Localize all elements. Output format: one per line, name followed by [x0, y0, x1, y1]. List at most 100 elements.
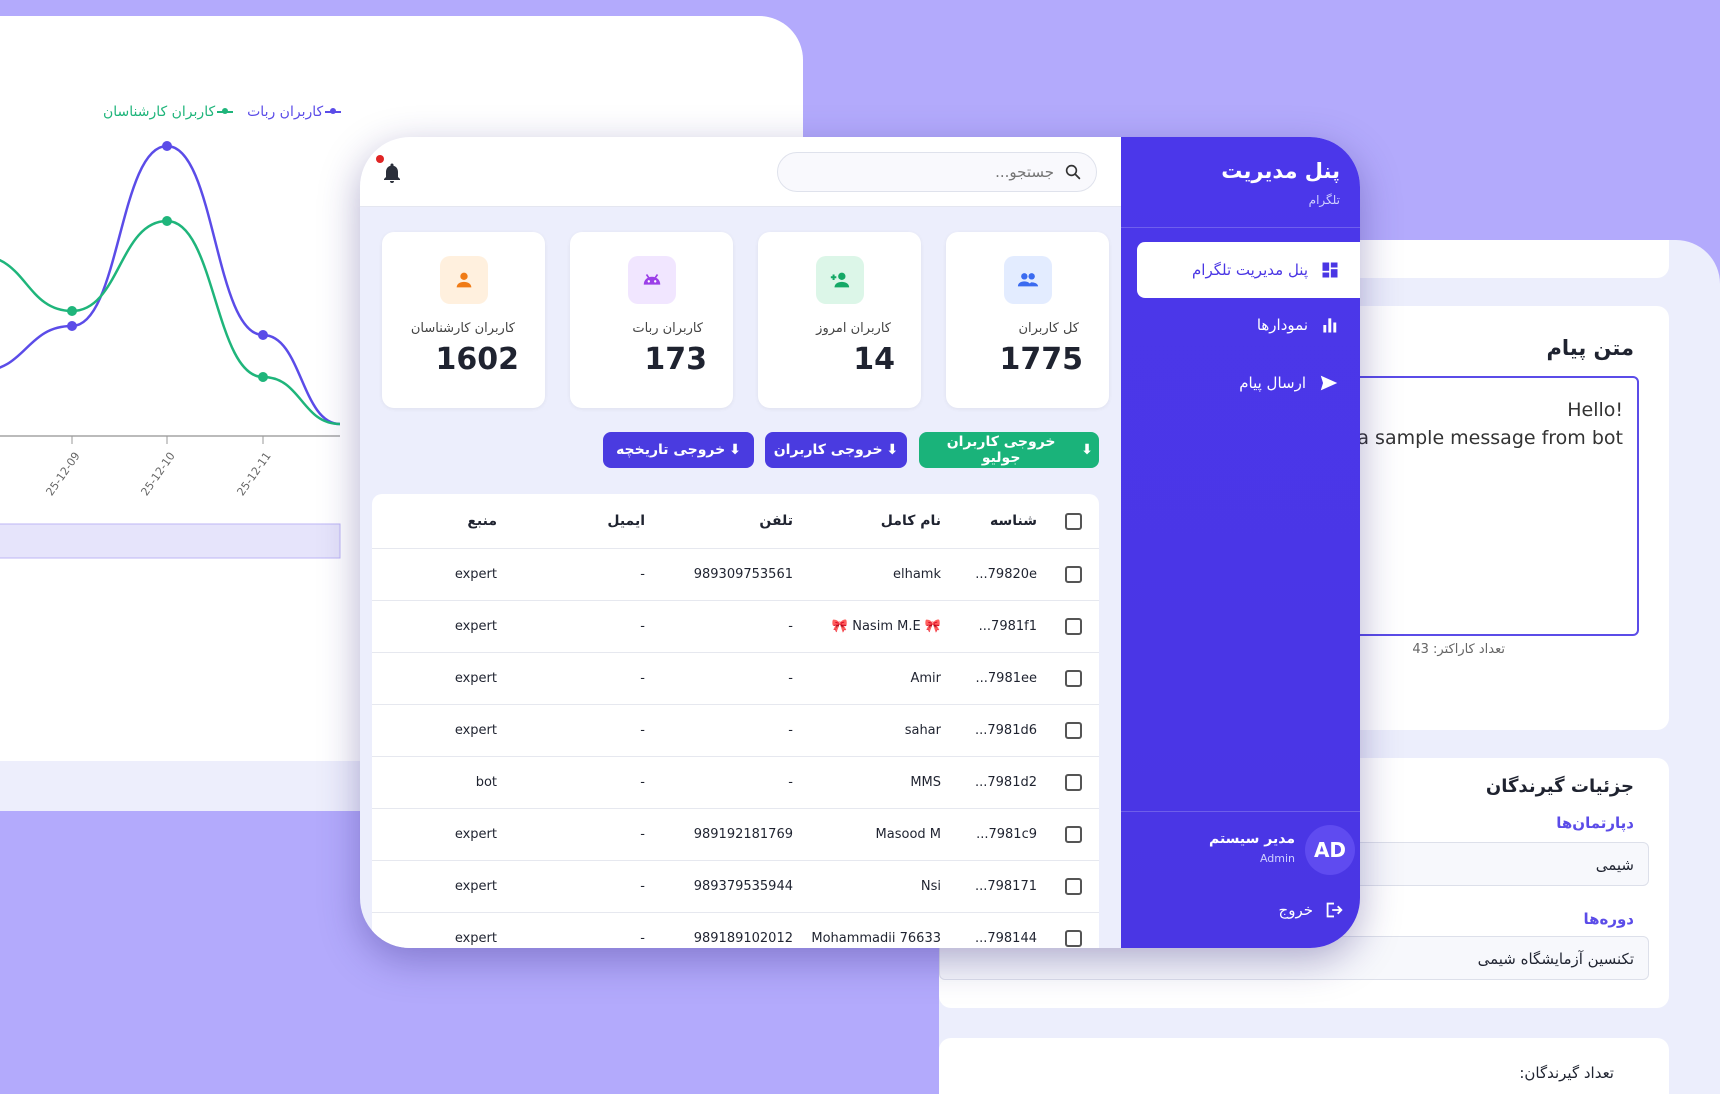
header-source[interactable]: منبع — [372, 494, 507, 548]
stat-card-expert-users: کاربران کارشناسان 1602 — [382, 232, 545, 408]
row-checkbox[interactable] — [1064, 878, 1082, 895]
series-line — [0, 219, 341, 426]
sidebar-item-send-message[interactable]: ارسال پیام — [1239, 355, 1360, 411]
stat-value: 1775 — [999, 342, 1084, 377]
table-row[interactable]: ...7981d2 MMS - - bot — [372, 757, 1099, 809]
select-all-cell — [1047, 494, 1099, 548]
divider — [1121, 811, 1360, 812]
sidebar-title: پنل مدیریت — [1221, 159, 1340, 183]
sidebar-item-label: ارسال پیام — [1239, 374, 1306, 392]
legend-item-expert-users[interactable]: کاربران کارشناسان — [103, 104, 234, 120]
users-icon — [1003, 256, 1052, 304]
legend-label: کاربران ربات — [247, 104, 324, 120]
export-users-button[interactable]: ⬇ خروجی کاربران — [765, 432, 907, 468]
search-box[interactable] — [777, 152, 1097, 192]
row-checkbox[interactable] — [1064, 826, 1082, 843]
table-row[interactable]: ...7981f1 🎀 Nasim M.E 🎀 - - expert — [372, 601, 1099, 653]
table-row[interactable]: ...7981c9 Masood M 989192181769 - expert — [372, 809, 1099, 861]
select-all-checkbox[interactable] — [1064, 512, 1082, 530]
header-phone[interactable]: تلفن — [655, 494, 803, 548]
sidebar-item-telegram-panel[interactable]: پنل مدیریت تلگرام — [1137, 242, 1360, 298]
top-bar — [360, 137, 1121, 207]
cell-email: - — [640, 671, 645, 686]
cell-email: - — [640, 827, 645, 842]
cell-email: - — [640, 723, 645, 738]
table-row[interactable]: ...798171 Nsi 989379535944 - expert — [372, 861, 1099, 913]
download-icon: ⬇ — [886, 442, 899, 458]
stat-card-robot-users: کاربران ربات 173 — [570, 232, 733, 408]
cell-source: bot — [475, 775, 497, 790]
cell-name: elhamk — [892, 567, 941, 582]
download-icon: ⬇ — [729, 442, 741, 458]
export-history-button[interactable]: ⬇ خروجی تاریخچه — [603, 432, 754, 468]
row-checkbox[interactable] — [1064, 722, 1082, 739]
row-checkbox[interactable] — [1064, 774, 1082, 791]
message-title: متن پیام — [1546, 336, 1634, 360]
users-table: شناسه نام کامل تلفن ایمیل منبع ...79820e… — [372, 494, 1099, 948]
row-checkbox[interactable] — [1064, 930, 1082, 947]
cell-name: Masood M — [875, 827, 941, 842]
data-point[interactable] — [258, 330, 268, 340]
stat-value: 173 — [644, 342, 707, 377]
main-content: کل کاربران 1775 کاربران امروز 14 کاربران… — [360, 137, 1121, 948]
bell-icon[interactable] — [380, 161, 404, 185]
sidebar-item-label: پنل مدیریت تلگرام — [1191, 261, 1308, 279]
cell-name: Mohammadii 76633 — [811, 931, 941, 946]
row-checkbox-cell — [1047, 809, 1099, 860]
table-row[interactable]: ...7981d6 sahar - - expert — [372, 705, 1099, 757]
cell-name: Nsi — [920, 879, 941, 894]
cell-id: ...7981ee — [975, 671, 1037, 686]
export-july-users-button[interactable]: ⬇ خروجی کاربران جولیو — [919, 432, 1099, 468]
row-checkbox-cell — [1047, 653, 1099, 704]
cell-phone: 989189102012 — [693, 931, 793, 946]
table-row[interactable]: ...798144 Mohammadii 76633 989189102012 - ex… — [372, 913, 1099, 948]
cell-phone: - — [788, 619, 793, 634]
table-row[interactable]: ...7981ee Amir - - expert — [372, 653, 1099, 705]
cell-id: ...798144 — [974, 931, 1037, 946]
android-icon — [627, 256, 676, 304]
cell-id: ...7981d6 — [974, 723, 1037, 738]
dashboard-window: کل کاربران 1775 کاربران امروز 14 کاربران… — [360, 137, 1360, 948]
user-plus-icon — [815, 256, 864, 304]
header-name[interactable]: نام کامل — [803, 494, 951, 548]
notification-dot — [376, 155, 384, 163]
header-id[interactable]: شناسه — [951, 494, 1047, 548]
stat-card-today-users: کاربران امروز 14 — [758, 232, 921, 408]
row-checkbox[interactable] — [1064, 566, 1082, 583]
cell-phone: 989379535944 — [693, 879, 793, 894]
row-checkbox-cell — [1047, 913, 1099, 948]
cell-email: - — [640, 775, 645, 790]
cell-id: ...7981f1 — [978, 619, 1037, 634]
legend-item-robot-users[interactable]: کاربران ربات — [247, 104, 342, 120]
row-checkbox[interactable] — [1064, 618, 1082, 635]
departments-label: دپارتمان‌ها — [1556, 814, 1634, 832]
recipient-count-label: تعداد گیرندگان: — [1519, 1064, 1614, 1082]
char-count: تعداد کاراکتر: 43 — [1412, 642, 1505, 657]
stat-label: کاربران امروز — [816, 321, 891, 336]
header-email[interactable]: ایمیل — [507, 494, 655, 548]
divider — [1121, 227, 1360, 228]
chart-legend: کاربران ربات کاربران کارشناسان — [103, 104, 342, 120]
cell-source: expert — [454, 879, 497, 894]
series-line — [0, 144, 341, 426]
cell-email: - — [640, 619, 645, 634]
chart-scroll-strip[interactable] — [0, 523, 341, 559]
cell-email: - — [640, 879, 645, 894]
recipients-title: جزئیات گیرندگان — [1485, 776, 1634, 797]
cell-name: sahar — [904, 723, 941, 738]
data-point[interactable] — [67, 306, 77, 316]
cell-name: 🎀 Nasim M.E 🎀 — [831, 619, 941, 634]
sidebar-item-charts[interactable]: نمودارها — [1257, 297, 1360, 353]
row-checkbox[interactable] — [1064, 670, 1082, 687]
data-point[interactable] — [258, 372, 268, 382]
user-name: مدیر سیستم — [1208, 831, 1295, 847]
data-point[interactable] — [162, 216, 172, 226]
cell-id: ...798171 — [974, 879, 1037, 894]
avatar[interactable]: AD — [1305, 825, 1355, 875]
table-row[interactable]: ...79820e elhamk 989309753561 - expert — [372, 549, 1099, 601]
row-checkbox-cell — [1047, 757, 1099, 808]
search-input[interactable] — [796, 162, 1056, 182]
logout-button[interactable]: خروج — [1279, 899, 1345, 921]
data-point[interactable] — [162, 141, 172, 151]
data-point[interactable] — [67, 321, 77, 331]
